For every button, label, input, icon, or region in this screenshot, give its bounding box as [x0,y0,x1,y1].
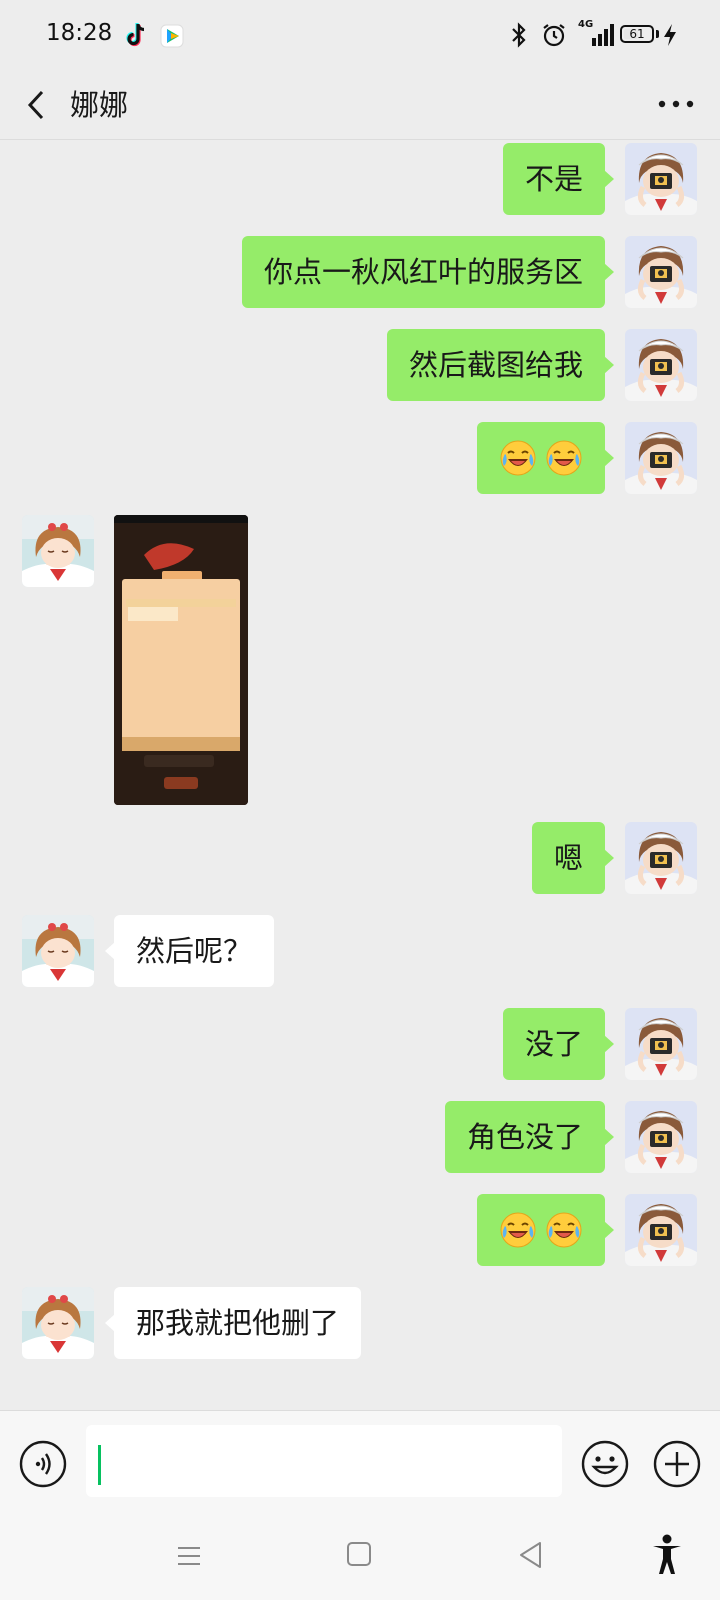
alarm-icon [543,24,565,47]
screenshot-image [114,515,248,805]
my-avatar[interactable] [625,1008,697,1080]
video-app-icon [160,24,184,48]
contact-message-bubble[interactable]: 那我就把他删了 [104,1287,362,1359]
my-message-bubble[interactable]: 角色没了 [444,1101,615,1173]
smiley-icon[interactable] [580,1439,630,1489]
laughing-crying-emoji [545,1211,583,1249]
my-message-bubble[interactable]: 没了 [502,1008,615,1080]
my-message-bubble[interactable]: 你点一秋风红叶的服务区 [241,236,615,308]
bluetooth-icon [512,22,526,48]
contact-avatar[interactable] [22,1287,94,1359]
contact-avatar[interactable] [22,915,94,987]
my-emoji-bubble[interactable] [477,422,614,494]
contact-message-bubble[interactable]: 然后呢？ [104,915,275,987]
my-avatar[interactable] [625,236,697,308]
voice-icon[interactable] [18,1439,68,1489]
back-triangle-icon[interactable] [516,1539,546,1571]
my-message-bubble[interactable]: 然后截图给我 [386,329,615,401]
message-input[interactable] [86,1425,562,1497]
more-dots-icon[interactable] [652,84,700,124]
status-icons: 4G 61 [490,19,720,50]
contact-avatar[interactable] [22,515,94,587]
my-message-bubble[interactable]: 嗯 [531,822,615,894]
chat-messages[interactable]: 不是 你点一秋风红叶的服务区 然后截图给我 嗯 然后呢？ 没了 角色没了 那我就… [0,140,720,1410]
tiktok-icon [126,23,145,47]
laughing-crying-emoji [545,439,583,477]
chat-title: 娜娜 [70,88,129,122]
plus-icon[interactable] [652,1439,702,1489]
status-time: 18:28 [46,20,113,46]
laughing-crying-emoji [499,439,537,477]
laughing-crying-emoji [499,1211,537,1249]
my-avatar[interactable] [625,1101,697,1173]
text-caret [98,1445,101,1485]
input-bar [0,1410,720,1515]
network-type: 4G [578,19,594,30]
status-bar: 18:28 4G 61 [0,0,720,70]
charging-icon [664,24,676,46]
my-avatar[interactable] [625,329,697,401]
accessibility-icon[interactable] [650,1533,684,1577]
my-emoji-bubble[interactable] [477,1194,614,1266]
battery-level: 61 [629,27,645,41]
my-avatar[interactable] [625,822,697,894]
my-avatar[interactable] [625,422,697,494]
chevron-left-icon[interactable] [18,82,58,128]
game-screenshot-thumbnail[interactable] [114,515,248,805]
emoji-group [499,422,583,494]
my-avatar[interactable] [625,143,697,215]
home-square-icon[interactable] [344,1539,374,1569]
my-avatar[interactable] [625,1194,697,1266]
system-nav-bar [0,1515,720,1600]
battery-tip [656,30,659,38]
my-message-bubble[interactable]: 不是 [502,143,615,215]
emoji-group [499,1194,583,1266]
chat-header: 娜娜 [0,70,720,140]
battery-icon: 61 [620,25,654,43]
menu-icon[interactable] [174,1541,204,1571]
